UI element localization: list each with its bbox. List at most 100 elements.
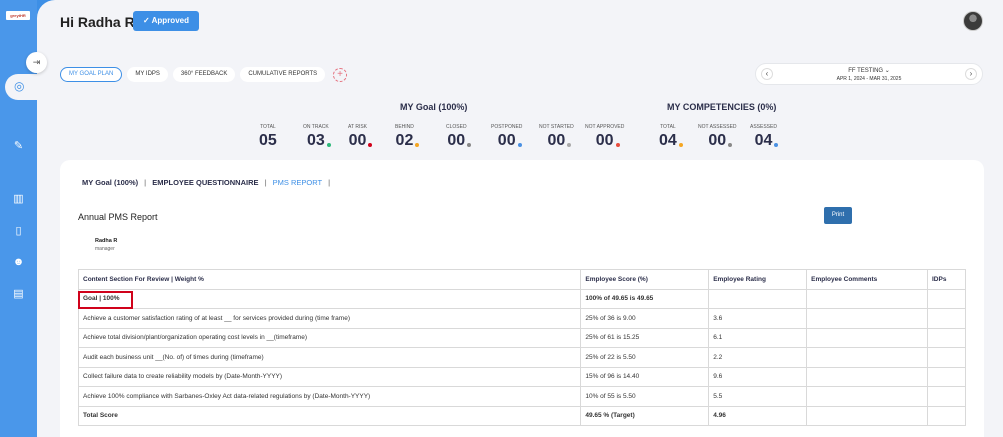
subtab-pms-report[interactable]: PMS REPORT	[267, 178, 328, 187]
next-period-button[interactable]: ›	[965, 68, 977, 80]
stat-number: 05	[259, 132, 277, 149]
cell-comments	[806, 327, 928, 348]
collapse-sidebar-button[interactable]: ⇥	[26, 52, 47, 73]
stat-value: 00	[498, 132, 522, 150]
document-edit-icon[interactable]: ✎	[12, 140, 25, 153]
subtab-my-goal[interactable]: MY Goal (100%)	[76, 178, 144, 187]
stat-goal_summary-2[interactable]: AT RISK 00	[348, 124, 373, 150]
competencies-title: MY COMPETENCIES (0%)	[667, 102, 777, 112]
stat-number: 02	[395, 132, 414, 149]
column-header: Content Section For Review | Weight %	[77, 269, 582, 290]
cell-score: 25% of 36 is 9.00	[580, 308, 710, 329]
status-dot-icon	[368, 143, 373, 147]
status-dot-icon	[678, 143, 683, 147]
stat-label: CLOSED	[446, 124, 467, 130]
print-button[interactable]: Print	[824, 207, 852, 224]
table-row: Achieve 100% compliance with Sarbanes-Ox…	[77, 386, 966, 407]
tab-360-feedback[interactable]: 360° FEEDBACK	[172, 67, 236, 82]
cell-idps	[927, 386, 966, 407]
stat-value: 00	[596, 132, 620, 150]
cell-rating: 4.96	[708, 405, 808, 426]
total-score-row: Total Score 49.65 % (Target) 4.96	[77, 405, 966, 426]
stat-number: 03	[306, 132, 325, 149]
stat-value: 00	[348, 132, 373, 150]
book-icon[interactable]: ▯	[12, 225, 25, 238]
cell-score: 49.65 % (Target)	[580, 405, 710, 426]
stat-label: POSTPONED	[491, 124, 523, 130]
report-subtabs: MY Goal (100%) | EMPLOYEE QUESTIONNAIRE …	[76, 178, 330, 187]
tab-my-idps[interactable]: MY IDPS	[127, 67, 168, 82]
status-label: Approved	[151, 16, 189, 25]
stat-number: 04	[754, 132, 773, 149]
period-title[interactable]: FF TESTING ⌄	[756, 67, 982, 74]
stat-goal_summary-4[interactable]: CLOSED 00	[446, 124, 472, 150]
stat-value: 00	[708, 132, 733, 150]
cell-score: 15% of 96 is 14.40	[580, 366, 710, 387]
status-dot-icon	[728, 143, 733, 147]
stat-goal_summary-7[interactable]: NOT APPROVED 00	[585, 124, 624, 150]
cell-comments	[806, 347, 928, 368]
table-header-row: Content Section For Review | Weight % Em…	[77, 269, 966, 290]
stat-number: 00	[447, 132, 466, 149]
goal-score-cell: 100% of 49.65 is 49.65	[580, 288, 710, 309]
table-row: Collect failure data to create reliabili…	[77, 366, 966, 387]
cell-score: 25% of 61 is 15.25	[580, 327, 710, 348]
cell-idps	[927, 327, 966, 348]
stat-goal_summary-6[interactable]: NOT STARTED 00	[539, 124, 574, 150]
stat-label: ASSESSED	[750, 124, 777, 130]
cell-idps	[927, 405, 966, 426]
cell-rating: 9.6	[708, 366, 808, 387]
stat-competencies-2[interactable]: ASSESSED 04	[750, 124, 779, 150]
cell-section: Audit each business unit __(No. of) of t…	[77, 347, 582, 368]
cell-section: Achieve total division/plant/organizatio…	[77, 327, 582, 348]
column-header: IDPs	[927, 269, 966, 290]
subtab-employee-questionnaire[interactable]: EMPLOYEE QUESTIONNAIRE	[146, 178, 264, 187]
team-icon[interactable]: ☻	[12, 256, 25, 269]
stat-value: 04	[659, 132, 683, 150]
tab-my-goal-plan[interactable]: MY GOAL PLAN	[60, 67, 123, 82]
stat-label: NOT ASSESSED	[698, 124, 737, 130]
bar-chart-icon[interactable]: ▥	[12, 193, 25, 206]
goal-summary-title: MY Goal (100%)	[400, 102, 468, 112]
main-content: Hi Radha R ✓ Approved MY GOAL PLAN MY ID…	[37, 0, 1003, 437]
column-header: Employee Score (%)	[580, 269, 710, 290]
stat-value: 03	[306, 132, 331, 150]
status-dot-icon	[326, 143, 331, 147]
user-avatar[interactable]	[963, 11, 983, 31]
status-dot-icon	[567, 143, 572, 147]
sidebar-item-goals[interactable]: ◎	[5, 74, 39, 100]
period-range: APR 1, 2024 - MAR 31, 2025	[836, 76, 902, 82]
stat-goal_summary-3[interactable]: BEHIND 02	[395, 124, 420, 150]
cell-rating: 3.6	[708, 308, 808, 329]
tab-cumulative-reports[interactable]: CUMULATIVE REPORTS	[240, 67, 326, 82]
stat-label: NOT STARTED	[539, 124, 574, 130]
cell-score: 25% of 22 is 5.50	[580, 347, 710, 368]
status-dot-icon	[415, 143, 420, 147]
stat-value: 05	[259, 132, 277, 150]
add-tab-button[interactable]: +	[333, 68, 347, 82]
stat-label: TOTAL	[660, 124, 676, 130]
stat-goal_summary-5[interactable]: POSTPONED 00	[491, 124, 522, 150]
cell-comments	[806, 308, 928, 329]
approved-status-button[interactable]: ✓ Approved	[133, 11, 199, 31]
goal-section-cell: Goal | 100%	[77, 288, 582, 309]
stat-value: 02	[395, 132, 420, 150]
report-chart-icon[interactable]: ▤	[12, 288, 25, 301]
stat-goal_summary-1[interactable]: ON TRACK 03	[303, 124, 331, 150]
stat-label: ON TRACK	[303, 124, 329, 130]
table-row: Achieve total division/plant/organizatio…	[77, 327, 966, 348]
stat-value: 00	[547, 132, 572, 150]
stat-competencies-1[interactable]: NOT ASSESSED 00	[698, 124, 737, 150]
cell-rating: 5.5	[708, 386, 808, 407]
period-name: FF TESTING	[848, 68, 884, 74]
stat-value: 04	[754, 132, 779, 150]
status-dot-icon	[467, 143, 472, 147]
employee-role: manager	[95, 246, 115, 252]
stat-label: NOT APPROVED	[585, 124, 625, 130]
company-logo[interactable]: greytHR	[6, 11, 30, 20]
stat-goal_summary-0[interactable]: TOTAL 05	[259, 124, 277, 150]
chevron-down-icon: ⌄	[884, 68, 890, 74]
stat-number: 00	[348, 132, 367, 149]
stat-competencies-0[interactable]: TOTAL 04	[659, 124, 683, 150]
cell-comments	[806, 386, 928, 407]
